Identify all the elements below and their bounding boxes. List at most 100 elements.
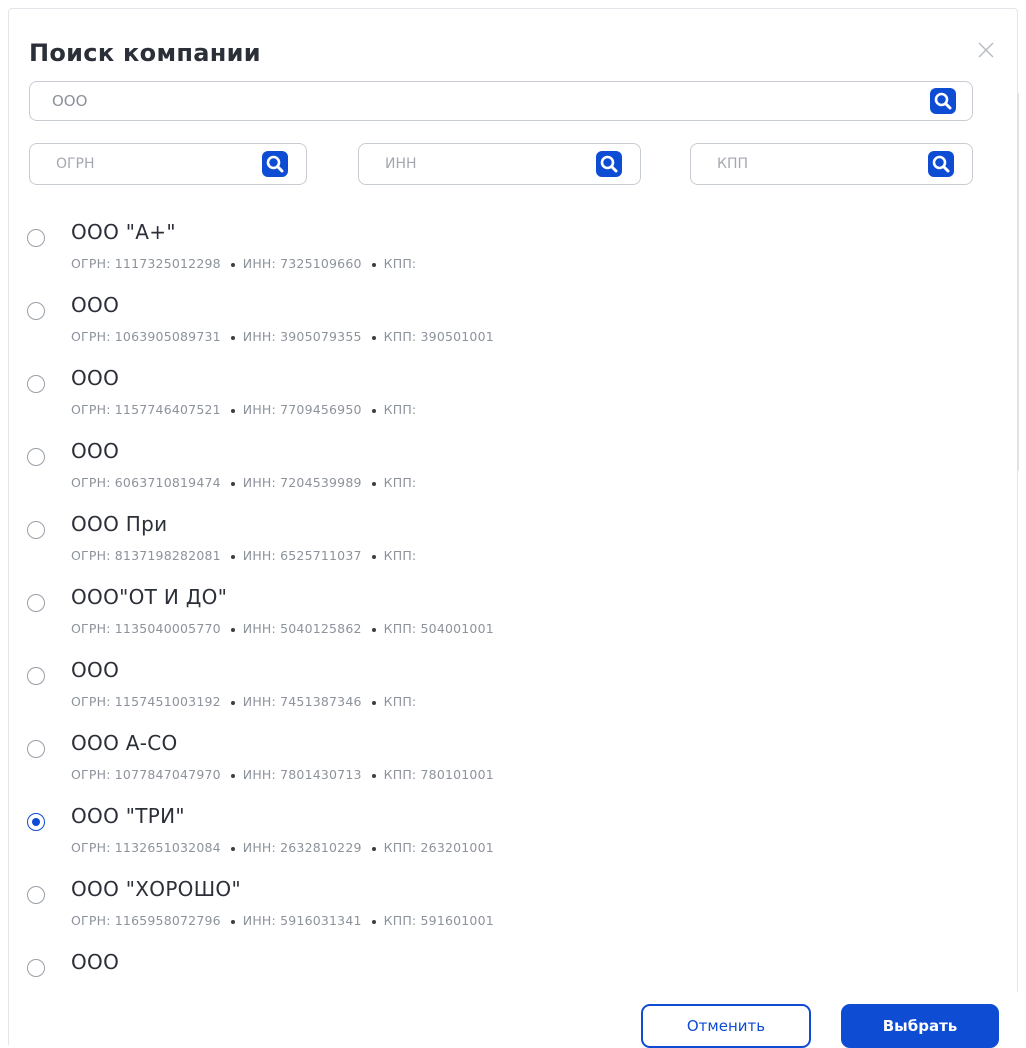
separator-dot <box>230 627 235 632</box>
radio-button[interactable] <box>27 521 45 539</box>
inn-value: ИНН: 7325109660 <box>242 256 362 271</box>
company-details: ОГРН: 6063710819474 ИНН: 7204539989 КПП: <box>71 475 416 490</box>
radio-button[interactable] <box>27 667 45 685</box>
inn-value: ИНН: 6525711037 <box>242 548 362 563</box>
separator-dot <box>230 262 235 267</box>
list-item[interactable]: ООО ОГРН: 1063905089731 ИНН: 3905079355 КП… <box>9 287 969 361</box>
kpp-value: КПП: 504001001 <box>383 621 494 636</box>
separator-dot <box>230 846 235 851</box>
separator-dot <box>371 627 376 632</box>
ogrn-filter-field <box>29 143 307 185</box>
kpp-search-button[interactable] <box>928 151 954 177</box>
list-item[interactable]: ООО"ОТ И ДО" ОГРН: 1135040005770 ИНН: 504… <box>9 579 969 653</box>
inn-value: ИНН: 5916031341 <box>242 913 362 928</box>
list-item[interactable]: ООО При ОГРН: 8137198282081 ИНН: 65257110… <box>9 506 969 580</box>
kpp-input[interactable] <box>691 144 871 184</box>
list-item[interactable]: ООО "ТРИ" ОГРН: 1132651032084 ИНН: 263281… <box>9 798 969 872</box>
separator-dot <box>371 773 376 778</box>
search-button[interactable] <box>930 88 956 114</box>
scrollbar[interactable] <box>1017 93 1019 471</box>
company-details: ОГРН: 1117325012298 ИНН: 7325109660 КПП: <box>71 256 416 271</box>
ogrn-value: ОГРН: 1063905089731 <box>71 329 221 344</box>
list-item[interactable]: ООО "А+" ОГРН: 1117325012298 ИНН: 7325109… <box>9 214 969 288</box>
company-name: ООО <box>71 366 120 390</box>
separator-dot <box>371 919 376 924</box>
radio-button[interactable] <box>27 375 45 393</box>
kpp-value: КПП: <box>383 256 417 271</box>
list-item[interactable]: ООО ОГРН: 6063710819474 ИНН: 7204539989 КП… <box>9 433 969 507</box>
company-details: ОГРН: 1077847047970 ИНН: 7801430713 КПП: 7… <box>71 767 494 782</box>
inn-input[interactable] <box>359 144 539 184</box>
inn-value: ИНН: 2632810229 <box>242 840 362 855</box>
company-details: ОГРН: 8137198282081 ИНН: 6525711037 КПП: <box>71 548 416 563</box>
company-details: ОГРН: 1135040005770 ИНН: 5040125862 КПП: 5… <box>71 621 494 636</box>
inn-filter-field <box>358 143 641 185</box>
inn-value: ИНН: 7204539989 <box>242 475 362 490</box>
list-item[interactable]: ООО А-СО ОГРН: 1077847047970 ИНН: 7801430… <box>9 725 969 799</box>
company-name: ООО "ХОРОШО" <box>71 877 241 901</box>
company-name: ООО При <box>71 512 168 536</box>
inn-value: ИНН: 7801430713 <box>242 767 362 782</box>
separator-dot <box>371 481 376 486</box>
kpp-value: КПП: 263201001 <box>383 840 494 855</box>
dialog-footer: Отменить Выбрать <box>9 992 1019 1048</box>
kpp-value: КПП: 390501001 <box>383 329 494 344</box>
kpp-value: КПП: <box>383 475 417 490</box>
separator-dot <box>371 262 376 267</box>
list-item[interactable]: ООО "ХОРОШО" ОГРН: 1165958072796 ИНН: 591… <box>9 871 969 945</box>
close-button[interactable] <box>971 35 1001 65</box>
separator-dot <box>230 773 235 778</box>
cancel-button[interactable]: Отменить <box>641 1004 811 1048</box>
separator-dot <box>230 481 235 486</box>
company-search-input[interactable] <box>30 82 912 120</box>
radio-button[interactable] <box>27 594 45 612</box>
radio-button[interactable] <box>27 740 45 758</box>
kpp-value: КПП: 780101001 <box>383 767 494 782</box>
company-details: ОГРН: 1165958072796 ИНН: 5916031341 КПП: 5… <box>71 913 494 928</box>
company-name: ООО А-СО <box>71 731 178 755</box>
ogrn-value: ОГРН: 1077847047970 <box>71 767 221 782</box>
results-list: ООО "А+" ОГРН: 1117325012298 ИНН: 7325109… <box>9 214 969 992</box>
inn-value: ИНН: 7709456950 <box>242 402 362 417</box>
list-item[interactable]: ООО ОГРН: 1157746407521 ИНН: 7709456950 КП… <box>9 360 969 434</box>
kpp-value: КПП: <box>383 548 417 563</box>
ogrn-value: ОГРН: 1117325012298 <box>71 256 221 271</box>
inn-search-button[interactable] <box>596 151 622 177</box>
radio-button[interactable] <box>27 302 45 320</box>
separator-dot <box>371 408 376 413</box>
ogrn-value: ОГРН: 8137198282081 <box>71 548 221 563</box>
radio-button-selected[interactable] <box>27 813 45 831</box>
ogrn-input[interactable] <box>30 144 210 184</box>
ogrn-value: ОГРН: 1165958072796 <box>71 913 221 928</box>
kpp-value: КПП: 591601001 <box>383 913 494 928</box>
company-search-field <box>29 81 973 121</box>
dialog-title: Поиск компании <box>29 39 261 67</box>
separator-dot <box>230 700 235 705</box>
company-details: ОГРН: 1063905089731 ИНН: 3905079355 КПП: 3… <box>71 329 494 344</box>
ogrn-value: ОГРН: 1135040005770 <box>71 621 221 636</box>
separator-dot <box>230 408 235 413</box>
radio-button[interactable] <box>27 959 45 977</box>
company-details: ОГРН: 1157451003192 ИНН: 7451387346 КПП: <box>71 694 416 709</box>
ogrn-value: ОГРН: 1132651032084 <box>71 840 221 855</box>
company-details: ОГРН: 1132651032084 ИНН: 2632810229 КПП: 2… <box>71 840 494 855</box>
search-icon <box>600 155 618 173</box>
select-button[interactable]: Выбрать <box>841 1004 999 1048</box>
company-search-dialog: Поиск компании ООО ОГРН ИНН КПП ООО "А+"… <box>8 8 1019 1048</box>
kpp-value: КПП: <box>383 694 417 709</box>
company-name: ООО <box>71 950 120 974</box>
ogrn-search-button[interactable] <box>262 151 288 177</box>
company-name: ООО "ТРИ" <box>71 804 185 828</box>
search-icon <box>932 155 950 173</box>
list-item[interactable]: ООО ОГРН: 1157451003192 ИНН: 7451387346 КП… <box>9 652 969 726</box>
company-name: ООО <box>71 439 120 463</box>
list-item[interactable]: ООО <box>9 944 969 992</box>
company-details: ОГРН: 1157746407521 ИНН: 7709456950 КПП: <box>71 402 416 417</box>
separator-dot <box>230 335 235 340</box>
radio-button[interactable] <box>27 448 45 466</box>
radio-button[interactable] <box>27 229 45 247</box>
radio-button[interactable] <box>27 886 45 904</box>
company-name: ООО <box>71 293 120 317</box>
separator-dot <box>371 554 376 559</box>
kpp-filter-field <box>690 143 973 185</box>
